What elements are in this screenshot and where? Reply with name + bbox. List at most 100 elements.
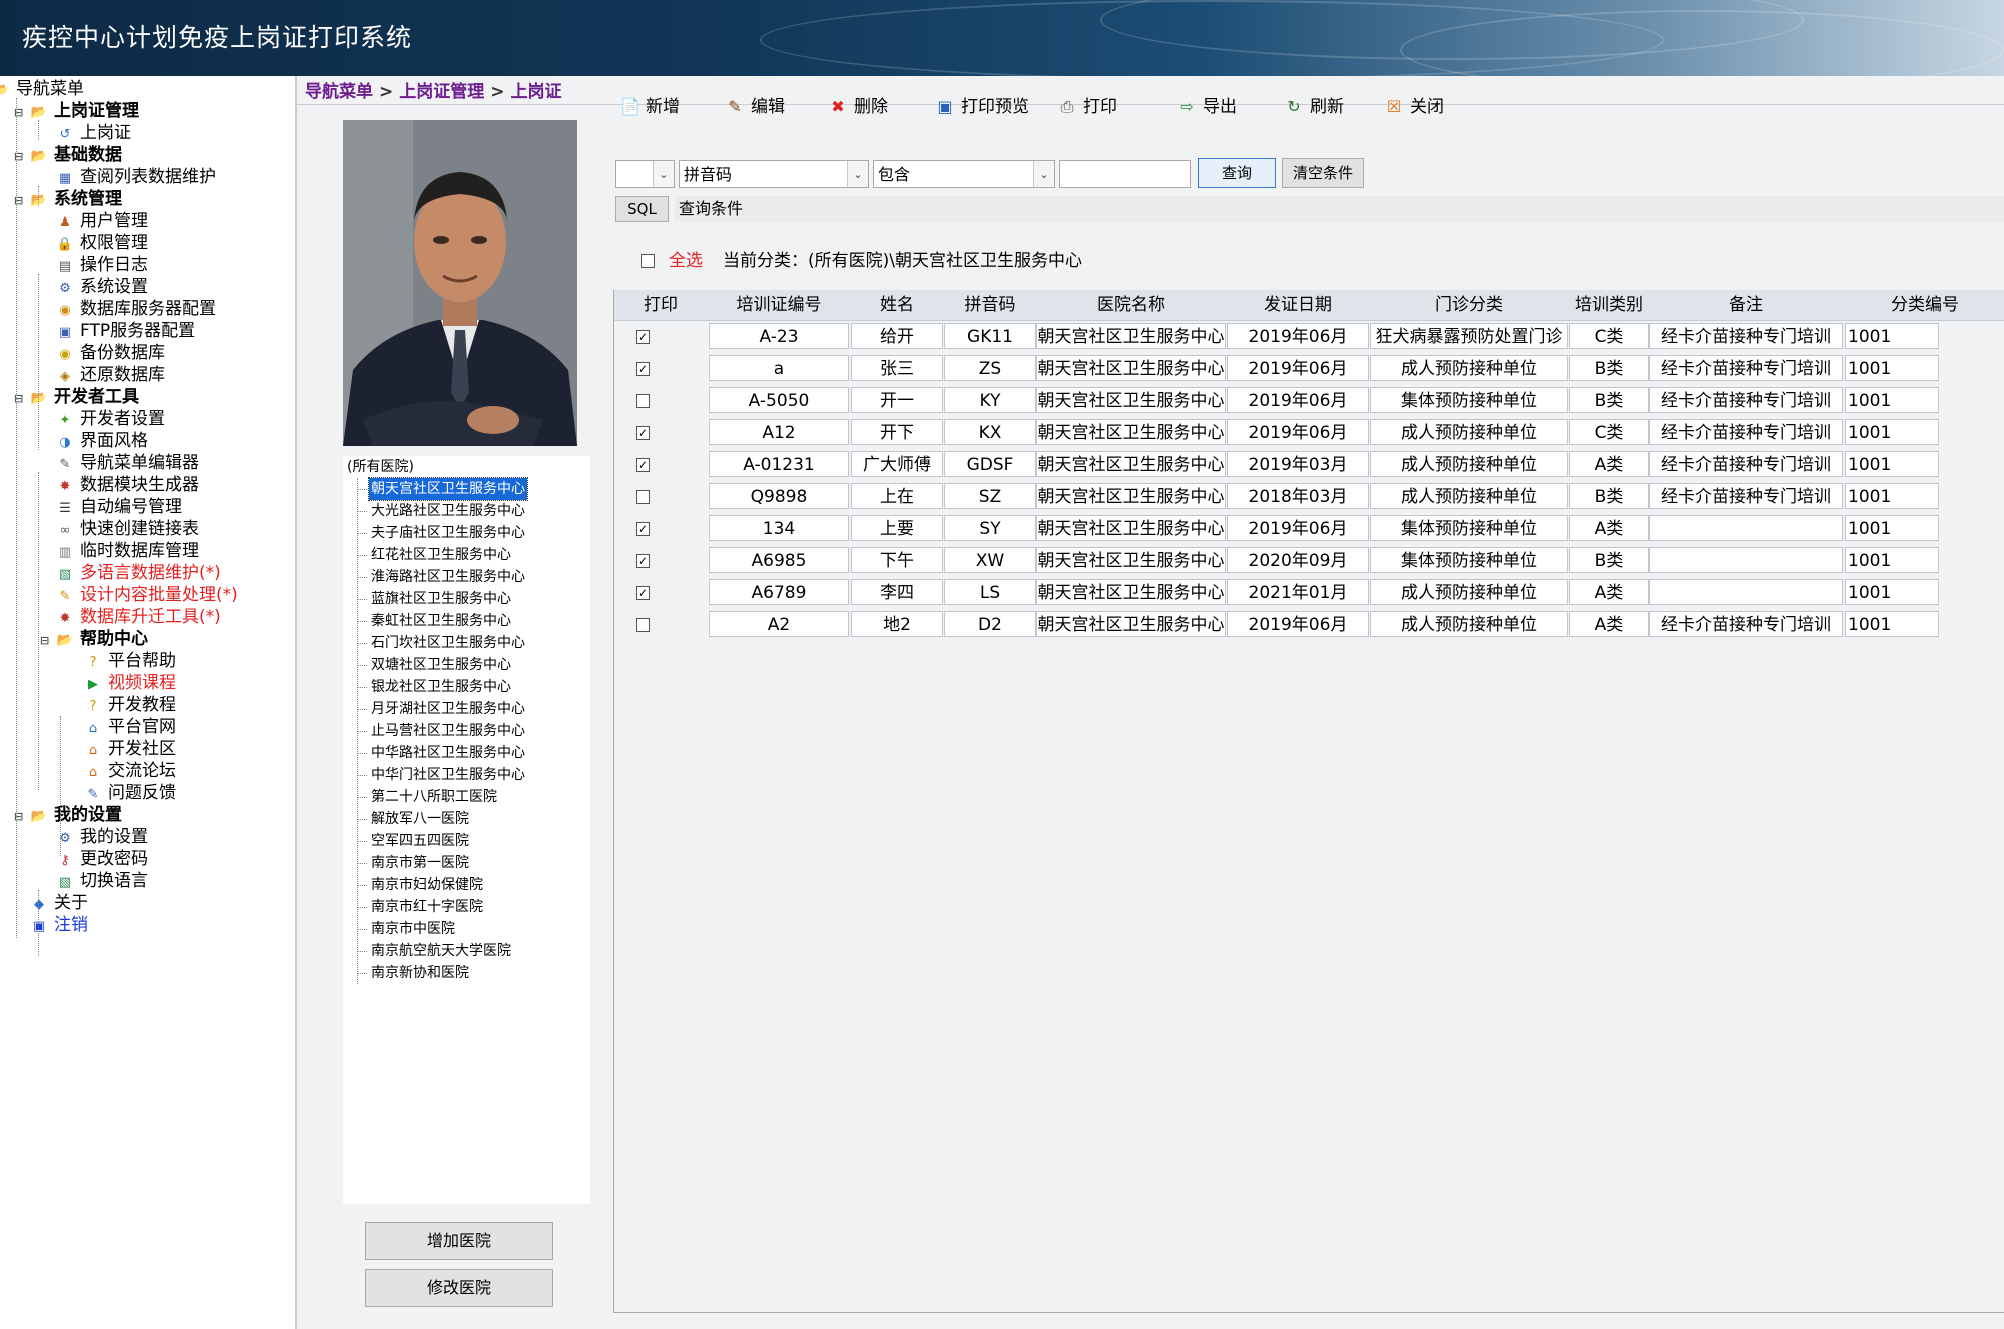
table-cell[interactable]: 集体预防接种单位 <box>1370 515 1568 541</box>
table-cell[interactable]: A类 <box>1569 579 1649 605</box>
hospital-tree-item[interactable]: 中华路社区卫生服务中心 <box>369 742 527 764</box>
hospital-tree-item[interactable]: 淮海路社区卫生服务中心 <box>369 566 527 588</box>
toolbar-button[interactable]: ▣ 打印预览 <box>935 92 1029 122</box>
table-cell[interactable]: 经卡介苗接种专门培训 <box>1649 419 1843 445</box>
toolbar-button[interactable]: ⎙ 打印 <box>1057 92 1117 122</box>
print-checkbox[interactable]: ✓ <box>636 458 650 472</box>
table-row[interactable]: ✓ a 张三 ZS 朝天宫社区卫生服务中心 2019年06月 成人预防接种单位 B类 经卡介苗接… <box>614 352 2004 384</box>
table-cell[interactable]: 朝天宫社区卫生服务中心 <box>1036 579 1226 605</box>
hospital-tree-item[interactable]: 蓝旗社区卫生服务中心 <box>369 588 513 610</box>
table-cell[interactable]: 经卡介苗接种专门培训 <box>1649 451 1843 477</box>
table-cell[interactable]: 朝天宫社区卫生服务中心 <box>1036 515 1226 541</box>
breadcrumb-item[interactable]: 上岗证管理 <box>399 82 484 102</box>
table-cell[interactable]: 1001 <box>1845 355 1939 381</box>
column-header[interactable]: 培训证编号 <box>709 290 849 320</box>
column-header[interactable]: 分类编号 <box>1845 290 2004 320</box>
table-cell[interactable]: 经卡介苗接种专门培训 <box>1649 611 1843 637</box>
print-checkbox[interactable]: ✓ <box>636 586 650 600</box>
table-cell[interactable]: 成人预防接种单位 <box>1370 483 1568 509</box>
table-cell[interactable]: 上在 <box>851 483 943 509</box>
hospital-tree-item[interactable]: 红花社区卫生服务中心 <box>369 544 513 566</box>
table-row[interactable]: Q9898 上在 SZ 朝天宫社区卫生服务中心 2018年03月 成人预防接种单位 B类 经卡… <box>614 480 2004 512</box>
select-all-checkbox[interactable] <box>641 254 655 268</box>
hospital-tree-item[interactable]: 第二十八所职工医院 <box>369 786 499 808</box>
sql-condition-field[interactable]: 查询条件 <box>675 196 2004 222</box>
hospital-tree-item[interactable]: 南京市妇幼保健院 <box>369 874 485 896</box>
table-cell[interactable]: 1001 <box>1845 611 1939 637</box>
column-header[interactable]: 姓名 <box>851 290 943 320</box>
table-cell[interactable]: B类 <box>1569 355 1649 381</box>
table-cell[interactable]: 1001 <box>1845 451 1939 477</box>
table-cell[interactable]: 广大师傅 <box>851 451 943 477</box>
toolbar-button[interactable]: ⇨ 导出 <box>1177 92 1237 122</box>
table-cell[interactable]: A-01231 <box>709 451 849 477</box>
table-cell[interactable]: 给开 <box>851 323 943 349</box>
table-cell[interactable]: A6789 <box>709 579 849 605</box>
table-cell[interactable] <box>1649 515 1843 541</box>
table-cell[interactable]: 地2 <box>851 611 943 637</box>
hospital-tree-item[interactable]: 银龙社区卫生服务中心 <box>369 676 513 698</box>
print-checkbox[interactable]: ✓ <box>636 522 650 536</box>
hospital-tree-item[interactable]: 南京市中医院 <box>369 918 457 940</box>
toolbar-button[interactable]: ✎ 编辑 <box>725 92 785 122</box>
table-cell[interactable]: 2019年06月 <box>1227 611 1369 637</box>
hospital-tree-item[interactable]: 南京市第一医院 <box>369 852 471 874</box>
table-cell[interactable]: ZS <box>944 355 1036 381</box>
table-cell[interactable]: SZ <box>944 483 1036 509</box>
table-cell[interactable]: 2019年06月 <box>1227 323 1369 349</box>
select-all-label[interactable]: 全选 <box>669 248 703 274</box>
table-cell[interactable]: B类 <box>1569 547 1649 573</box>
table-cell[interactable]: 134 <box>709 515 849 541</box>
hospital-tree-item[interactable]: 双塘社区卫生服务中心 <box>369 654 513 676</box>
table-cell[interactable]: 1001 <box>1845 419 1939 445</box>
edit-hospital-button[interactable]: 修改医院 <box>365 1269 553 1307</box>
table-cell[interactable]: 成人预防接种单位 <box>1370 611 1568 637</box>
table-cell[interactable]: 2020年09月 <box>1227 547 1369 573</box>
table-cell[interactable]: A2 <box>709 611 849 637</box>
column-header[interactable]: 门诊分类 <box>1370 290 1568 320</box>
hospital-tree-item[interactable]: 南京新协和医院 <box>369 962 471 984</box>
toolbar-button[interactable]: ✖ 删除 <box>828 92 888 122</box>
table-cell[interactable]: 1001 <box>1845 547 1939 573</box>
table-cell[interactable]: 2018年03月 <box>1227 483 1369 509</box>
table-row[interactable]: A2 地2 D2 朝天宫社区卫生服务中心 2019年06月 成人预防接种单位 A类 经卡介苗接… <box>614 608 2004 640</box>
table-cell[interactable]: A类 <box>1569 515 1649 541</box>
table-cell[interactable]: 成人预防接种单位 <box>1370 579 1568 605</box>
table-cell[interactable]: 狂犬病暴露预防处置门诊 <box>1370 323 1568 349</box>
table-cell[interactable]: B类 <box>1569 387 1649 413</box>
table-cell[interactable]: 上要 <box>851 515 943 541</box>
table-cell[interactable]: 1001 <box>1845 579 1939 605</box>
column-header[interactable]: 发证日期 <box>1227 290 1369 320</box>
table-cell[interactable]: A类 <box>1569 611 1649 637</box>
logic-select[interactable]: ⌄ <box>615 160 675 188</box>
table-cell[interactable]: 朝天宫社区卫生服务中心 <box>1036 323 1226 349</box>
hospital-tree-item[interactable]: 石门坎社区卫生服务中心 <box>369 632 527 654</box>
table-cell[interactable]: 朝天宫社区卫生服务中心 <box>1036 419 1226 445</box>
clear-conditions-button[interactable]: 清空条件 <box>1282 158 1364 188</box>
print-checkbox[interactable] <box>636 618 650 632</box>
print-checkbox[interactable]: ✓ <box>636 554 650 568</box>
table-cell[interactable]: B类 <box>1569 483 1649 509</box>
table-row[interactable]: A-5050 开一 KY 朝天宫社区卫生服务中心 2019年06月 集体预防接种单位 B类经… <box>614 384 2004 416</box>
print-checkbox[interactable]: ✓ <box>636 426 650 440</box>
table-cell[interactable]: 成人预防接种单位 <box>1370 419 1568 445</box>
table-cell[interactable]: GDSF <box>944 451 1036 477</box>
hospital-tree-item[interactable]: 月牙湖社区卫生服务中心 <box>369 698 527 720</box>
table-cell[interactable]: 开下 <box>851 419 943 445</box>
table-cell[interactable]: KY <box>944 387 1036 413</box>
table-cell[interactable]: 集体预防接种单位 <box>1370 387 1568 413</box>
table-cell[interactable]: 经卡介苗接种专门培训 <box>1649 483 1843 509</box>
column-header[interactable]: 备注 <box>1649 290 1843 320</box>
table-cell[interactable]: 2021年01月 <box>1227 579 1369 605</box>
toolbar-button[interactable]: ↻ 刷新 <box>1284 92 1344 122</box>
breadcrumb-item[interactable]: 导航菜单 <box>305 82 373 102</box>
operator-select[interactable]: 包含 ⌄ <box>873 160 1055 188</box>
chevron-down-icon[interactable]: ⌄ <box>1033 161 1054 187</box>
table-cell[interactable]: LS <box>944 579 1036 605</box>
table-cell[interactable]: KX <box>944 419 1036 445</box>
table-cell[interactable]: a <box>709 355 849 381</box>
print-checkbox[interactable] <box>636 394 650 408</box>
table-cell[interactable]: SY <box>944 515 1036 541</box>
add-hospital-button[interactable]: 增加医院 <box>365 1222 553 1260</box>
table-row[interactable]: ✓ A-01231 广大师傅 GDSF 朝天宫社区卫生服务中心 2019年03月 成人预防接… <box>614 448 2004 480</box>
